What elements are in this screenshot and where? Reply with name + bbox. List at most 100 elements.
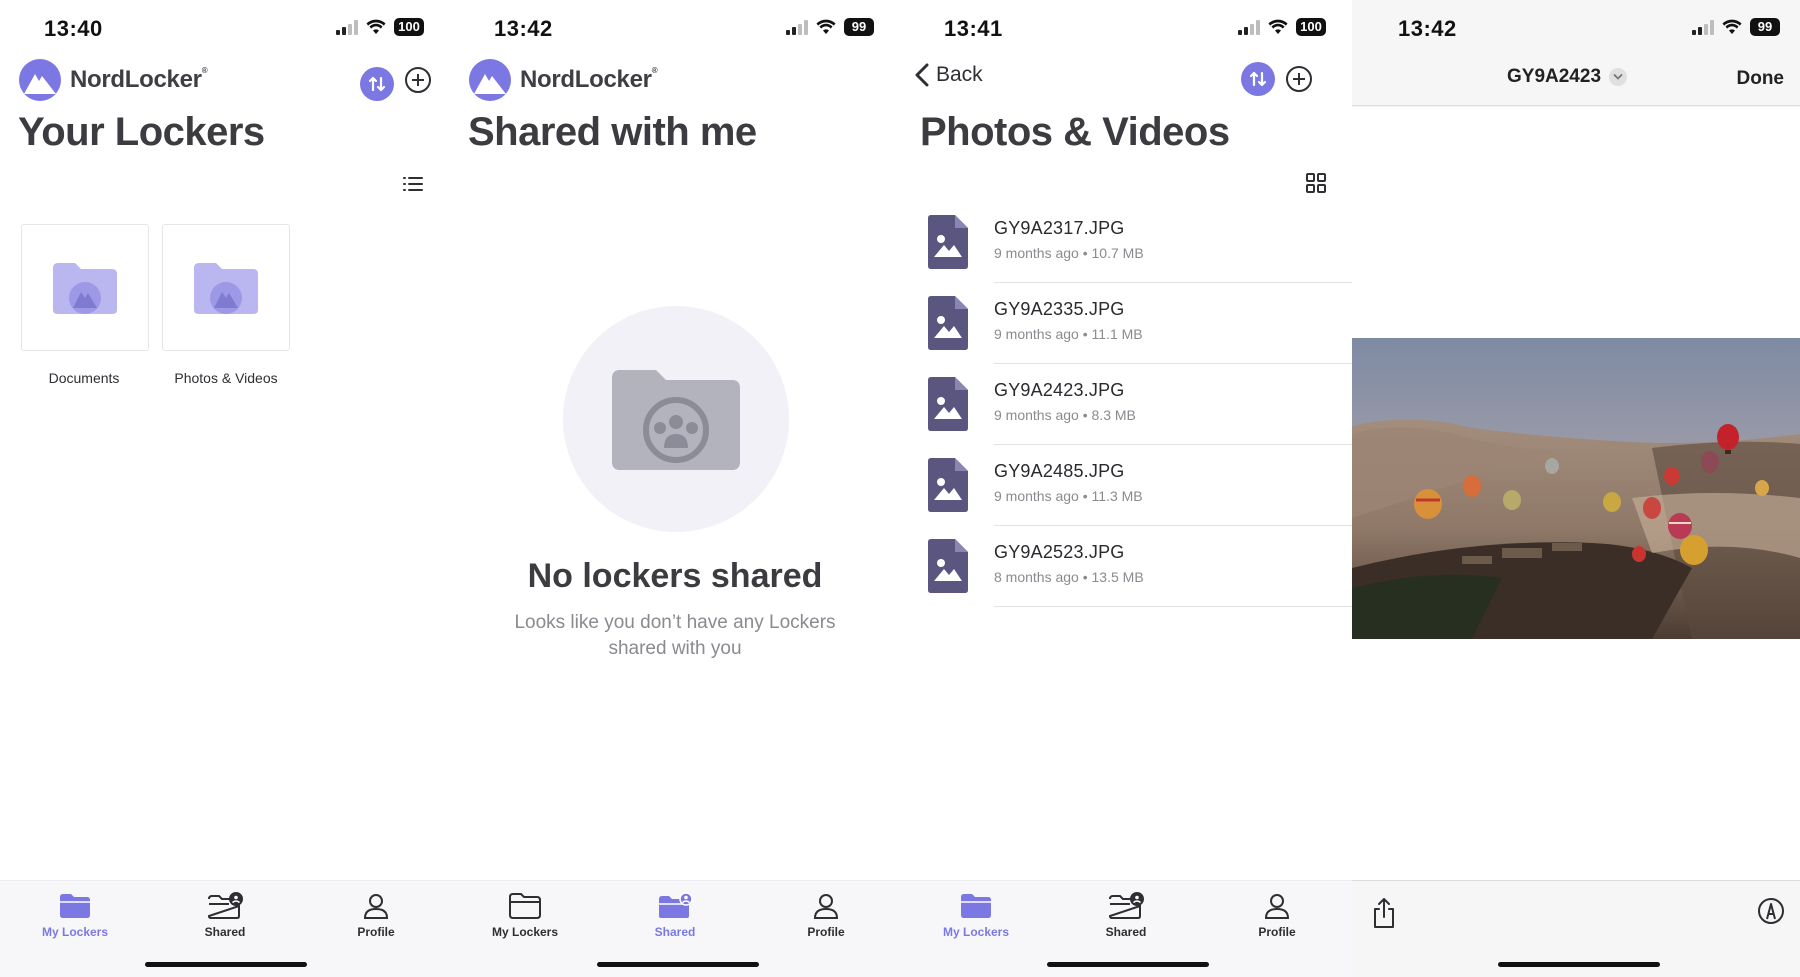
tab-label: Shared <box>654 925 696 939</box>
folder-icon <box>194 262 258 314</box>
shared-folder-icon <box>1108 892 1144 919</box>
profile-icon <box>813 894 839 919</box>
tab-my-lockers[interactable]: My Lockers <box>465 889 585 939</box>
file-row[interactable]: GY9A2335.JPG 9 months ago • 11.1 MB <box>900 283 1352 364</box>
cellular-signal-icon <box>1692 19 1714 35</box>
home-indicator <box>597 962 759 967</box>
tab-profile[interactable]: Profile <box>316 889 436 939</box>
image-file-icon <box>928 539 968 593</box>
photo-preview[interactable] <box>1352 338 1800 639</box>
file-name: GY9A2523.JPG <box>994 542 1125 562</box>
file-row[interactable]: GY9A2485.JPG 9 months ago • 11.3 MB <box>900 445 1352 526</box>
status-time: 13:40 <box>44 16 103 41</box>
chevron-down-icon <box>1609 68 1628 86</box>
tab-label: Profile <box>807 925 845 939</box>
tab-profile[interactable]: Profile <box>1217 889 1337 939</box>
shared-screen: 13:42 99 NordLocker® Shared with me No l… <box>450 0 900 977</box>
cellular-signal-icon <box>336 19 358 35</box>
share-icon <box>1374 898 1394 928</box>
tab-profile[interactable]: Profile <box>766 889 886 939</box>
file-row[interactable]: GY9A2423.JPG 9 months ago • 8.3 MB <box>900 364 1352 445</box>
sync-button[interactable] <box>1241 62 1275 96</box>
folder-icon <box>53 262 117 314</box>
sync-button[interactable] <box>360 67 394 101</box>
status-bar: 13:42 99 <box>450 0 900 58</box>
tab-shared[interactable]: Shared <box>1066 889 1186 939</box>
share-button[interactable] <box>1372 897 1396 934</box>
markup-icon <box>1758 898 1784 924</box>
folder-icon <box>961 894 991 918</box>
home-indicator <box>1498 962 1660 967</box>
file-title-menu[interactable]: GY9A2423 <box>1507 66 1628 88</box>
hot-air-balloons-photo <box>1352 338 1800 639</box>
shared-folder-icon <box>207 892 243 919</box>
status-bar: 13:42 99 <box>1352 0 1800 58</box>
home-indicator <box>1047 962 1209 967</box>
markup-button[interactable] <box>1757 897 1785 930</box>
add-circle-icon <box>405 67 431 93</box>
wifi-icon <box>1268 19 1288 34</box>
tab-shared[interactable]: Shared <box>615 889 735 939</box>
wifi-icon <box>816 19 836 34</box>
battery-indicator: 100 <box>1296 18 1326 36</box>
add-button[interactable] <box>1282 62 1316 96</box>
file-row[interactable]: GY9A2317.JPG 9 months ago • 10.7 MB <box>900 202 1352 283</box>
battery-indicator: 99 <box>844 18 874 36</box>
grid-view-icon <box>1306 173 1326 193</box>
image-file-icon <box>928 296 968 350</box>
status-time: 13:42 <box>1398 16 1457 41</box>
file-name: GY9A2423.JPG <box>994 380 1125 400</box>
back-button[interactable]: Back <box>914 62 983 88</box>
tab-label: Shared <box>1105 925 1147 939</box>
cellular-signal-icon <box>1238 19 1260 35</box>
sync-icon <box>1249 71 1267 87</box>
image-file-icon <box>928 458 968 512</box>
tab-my-lockers[interactable]: My Lockers <box>15 889 135 939</box>
image-file-icon <box>928 215 968 269</box>
locker-card-documents[interactable] <box>21 224 149 351</box>
image-file-icon <box>928 377 968 431</box>
brand: NordLocker® <box>468 58 658 102</box>
list-view-toggle[interactable] <box>402 175 424 198</box>
tab-label: My Lockers <box>942 925 1010 939</box>
file-meta: 9 months ago • 10.7 MB <box>994 245 1144 261</box>
locker-label: Photos & Videos <box>174 370 278 386</box>
status-bar: 13:41 100 <box>900 0 1352 58</box>
tab-my-lockers[interactable]: My Lockers <box>916 889 1036 939</box>
nordlocker-logo-icon <box>469 59 511 101</box>
tab-label: Profile <box>1258 925 1296 939</box>
brand: NordLocker® <box>18 58 208 102</box>
brand-name: NordLocker® <box>70 66 208 93</box>
home-indicator <box>145 962 307 967</box>
done-button[interactable]: Done <box>1737 68 1785 90</box>
file-meta: 9 months ago • 8.3 MB <box>994 407 1136 423</box>
add-button[interactable] <box>401 63 435 97</box>
page-title: Photos & Videos <box>920 110 1230 154</box>
profile-icon <box>1264 894 1290 919</box>
folder-icon <box>60 894 90 918</box>
locker-label: Documents <box>48 370 120 386</box>
tab-label: My Lockers <box>491 925 559 939</box>
battery-indicator: 99 <box>1750 18 1780 36</box>
lockers-screen: 13:40 100 NordLocker® Your Lockers Docum… <box>0 0 450 977</box>
file-meta: 9 months ago • 11.3 MB <box>994 488 1143 504</box>
file-name: GY9A2485.JPG <box>994 461 1125 481</box>
brand-name: NordLocker® <box>520 66 658 93</box>
grid-view-toggle[interactable] <box>1305 172 1327 199</box>
back-chevron-icon <box>915 63 929 87</box>
divider <box>994 606 1352 607</box>
add-circle-icon <box>1286 66 1312 92</box>
locker-card-photos-videos[interactable] <box>162 224 290 351</box>
file-row[interactable]: GY9A2523.JPG 8 months ago • 13.5 MB <box>900 526 1352 607</box>
wifi-icon <box>366 19 386 34</box>
shared-folder-icon <box>612 370 740 470</box>
tab-label: Profile <box>357 925 395 939</box>
cellular-signal-icon <box>786 19 808 35</box>
status-time: 13:42 <box>494 16 553 41</box>
viewer-title: GY9A2423 <box>1507 66 1602 87</box>
tab-label: My Lockers <box>41 925 109 939</box>
empty-state-title: No lockers shared <box>527 557 823 595</box>
tab-shared[interactable]: Shared <box>165 889 285 939</box>
locker-files-screen: 13:41 100 Back Photos & Videos GY9A2317.… <box>900 0 1352 977</box>
wifi-icon <box>1722 19 1742 34</box>
